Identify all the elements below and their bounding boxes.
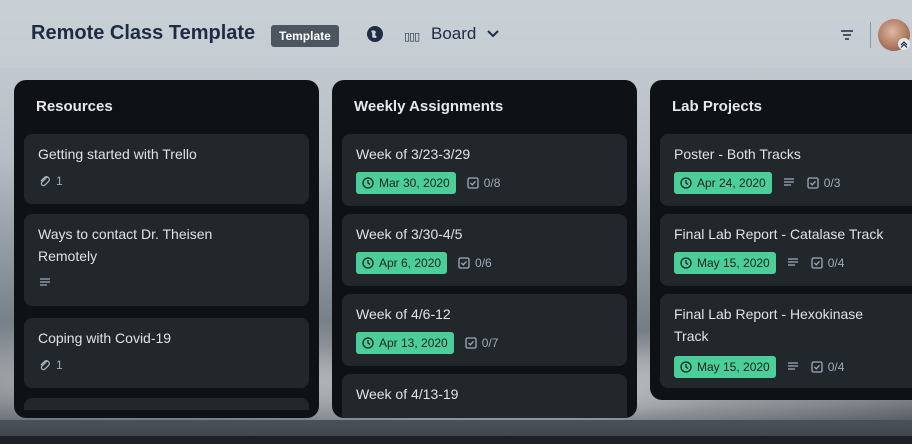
due-date-text: Apr 24, 2020 bbox=[697, 176, 766, 190]
attachment-count: 1 bbox=[56, 174, 63, 188]
card-title: Final Lab Report - Catalase Track bbox=[674, 226, 884, 242]
card-title: Week of 3/30-4/5 bbox=[356, 226, 463, 242]
checklist-count: 0/6 bbox=[475, 256, 492, 270]
header-divider bbox=[870, 22, 871, 48]
card-title-line1: Ways to contact Dr. Theisen bbox=[38, 226, 213, 242]
description-icon bbox=[40, 278, 50, 286]
filter-icon[interactable] bbox=[840, 28, 854, 42]
clock-icon bbox=[680, 177, 692, 189]
list-title[interactable]: Resources bbox=[36, 98, 113, 115]
checklist-icon bbox=[807, 177, 819, 189]
checklist-badge: 0/3 bbox=[806, 176, 841, 190]
bottom-bar bbox=[0, 436, 912, 444]
due-date-text: Apr 13, 2020 bbox=[379, 336, 448, 350]
card-title: Week of 3/23-3/29 bbox=[356, 146, 471, 162]
card-title: Week of 4/13-19 bbox=[356, 386, 459, 402]
card-title: Week of 4/6-12 bbox=[356, 306, 451, 322]
card-title-line2: Track bbox=[674, 328, 709, 344]
clock-icon bbox=[680, 361, 692, 373]
due-date-badge[interactable]: May 15, 2020 bbox=[674, 252, 776, 274]
clock-icon bbox=[362, 257, 374, 269]
checklist-icon bbox=[811, 257, 823, 269]
board-header: Remote Class Template Template ▯▯▯ Board bbox=[0, 0, 912, 68]
due-date-badge[interactable]: Apr 24, 2020 bbox=[674, 172, 772, 194]
card[interactable]: Getting started with Trello 1 bbox=[24, 134, 309, 204]
checklist-badge: 0/7 bbox=[464, 336, 499, 350]
card[interactable]: Week of 4/6-12 Apr 13, 2020 0/7 bbox=[342, 294, 627, 366]
view-switcher[interactable]: Board bbox=[431, 24, 476, 44]
clock-icon bbox=[680, 257, 692, 269]
list-title[interactable]: Lab Projects bbox=[672, 98, 762, 115]
card[interactable]: Week of 3/23-3/29 Mar 30, 2020 0/8 bbox=[342, 134, 627, 206]
due-date-text: May 15, 2020 bbox=[697, 256, 770, 270]
due-date-text: Apr 6, 2020 bbox=[379, 256, 442, 270]
due-date-text: Mar 30, 2020 bbox=[379, 176, 450, 190]
card[interactable]: Coping with Covid-19 1 bbox=[24, 318, 309, 388]
card-title-line2: Remotely bbox=[38, 248, 98, 264]
clock-icon bbox=[362, 337, 374, 349]
paperclip-icon bbox=[40, 360, 50, 371]
clock-icon bbox=[362, 177, 374, 189]
checklist-count: 0/4 bbox=[827, 256, 845, 270]
checklist-icon bbox=[465, 337, 477, 349]
card-partial[interactable] bbox=[24, 398, 309, 410]
checklist-count: 0/7 bbox=[481, 336, 499, 350]
checklist-badge: 0/6 bbox=[457, 256, 492, 270]
checklist-badge: 0/8 bbox=[466, 176, 501, 190]
due-date-badge[interactable]: Apr 13, 2020 bbox=[356, 332, 454, 354]
card[interactable]: Final Lab Report - Hexokinase Track May … bbox=[660, 294, 912, 388]
list-weekly-assignments[interactable]: Weekly Assignments Week of 3/23-3/29 Mar… bbox=[332, 80, 637, 418]
due-date-text: May 15, 2020 bbox=[697, 360, 770, 374]
checklist-icon bbox=[811, 361, 823, 373]
attachment-badge: 1 bbox=[38, 174, 63, 188]
list-title[interactable]: Weekly Assignments bbox=[354, 98, 503, 115]
due-date-badge[interactable]: Mar 30, 2020 bbox=[356, 172, 456, 194]
admin-chevron-icon bbox=[898, 38, 910, 50]
checklist-icon bbox=[458, 257, 470, 269]
card-title: Coping with Covid-19 bbox=[38, 330, 172, 346]
card[interactable]: Poster - Both Tracks Apr 24, 2020 0/3 bbox=[660, 134, 912, 206]
card-title: Getting started with Trello bbox=[38, 146, 197, 162]
list-resources[interactable]: Resources Getting started with Trello 1 … bbox=[14, 80, 319, 418]
template-badge: Template bbox=[271, 25, 339, 47]
card[interactable]: Week of 3/30-4/5 Apr 6, 2020 0/6 bbox=[342, 214, 627, 286]
checklist-badge: 0/4 bbox=[810, 256, 845, 270]
card[interactable]: Final Lab Report - Catalase Track May 15… bbox=[660, 214, 912, 286]
attachment-badge: 1 bbox=[38, 358, 63, 372]
due-date-badge[interactable]: May 15, 2020 bbox=[674, 356, 776, 378]
checklist-count: 0/3 bbox=[823, 176, 841, 190]
description-icon bbox=[787, 258, 798, 266]
card-title-line1: Final Lab Report - Hexokinase bbox=[674, 306, 864, 322]
checklist-icon bbox=[467, 177, 479, 189]
card[interactable]: Ways to contact Dr. Theisen Remotely bbox=[24, 214, 309, 306]
attachment-count: 1 bbox=[56, 358, 63, 372]
chevron-down-icon[interactable] bbox=[486, 27, 500, 41]
checklist-count: 0/8 bbox=[483, 176, 501, 190]
board-title[interactable]: Remote Class Template bbox=[31, 22, 255, 45]
list-lab-projects[interactable]: Lab Projects Poster - Both Tracks Apr 24… bbox=[650, 80, 912, 400]
due-date-badge[interactable]: Apr 6, 2020 bbox=[356, 252, 448, 274]
card[interactable]: Week of 4/13-19 bbox=[342, 374, 627, 418]
description-icon bbox=[787, 362, 798, 370]
checklist-badge: 0/4 bbox=[810, 360, 845, 374]
card-title: Poster - Both Tracks bbox=[674, 146, 801, 162]
board-view-icon[interactable]: ▯▯▯ bbox=[404, 30, 420, 43]
globe-icon[interactable] bbox=[365, 24, 385, 44]
paperclip-icon bbox=[40, 176, 50, 187]
description-icon bbox=[783, 178, 794, 186]
checklist-count: 0/4 bbox=[827, 360, 845, 374]
